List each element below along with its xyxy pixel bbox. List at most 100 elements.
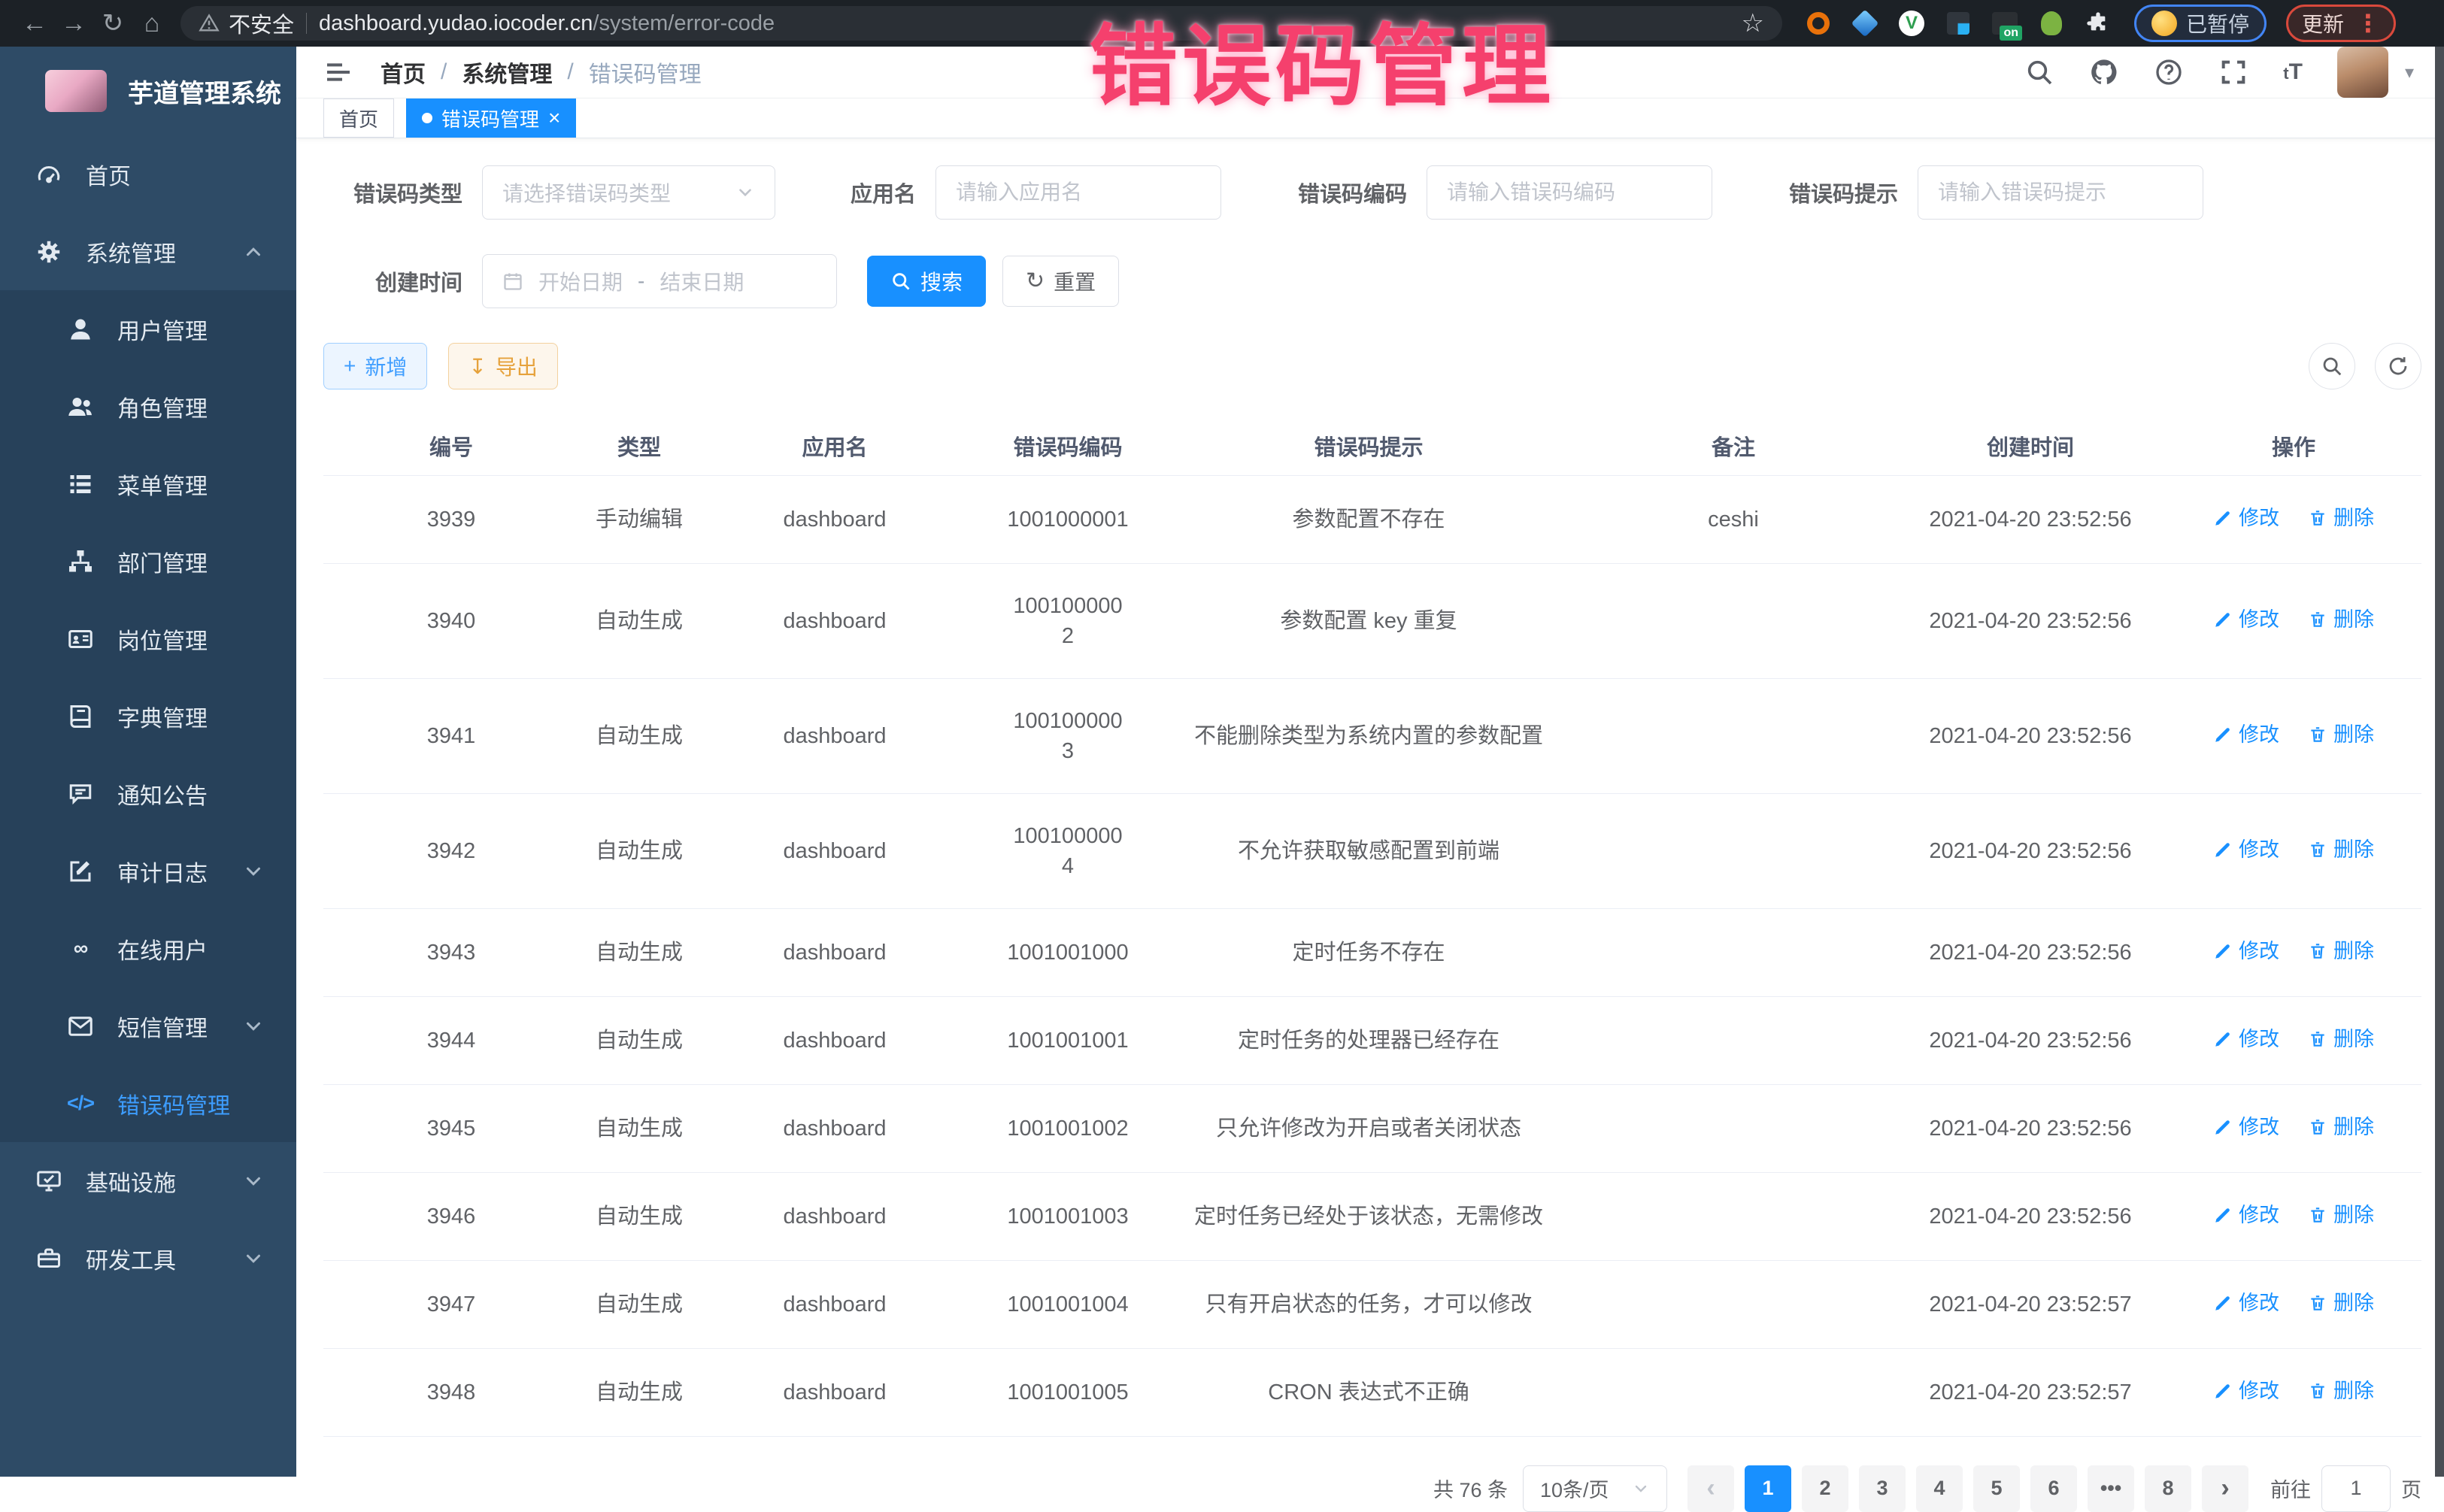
browser-home-icon[interactable]: ⌂ — [132, 9, 171, 38]
browser-menu-dots-icon[interactable]: ⋮ — [2356, 9, 2380, 38]
sidebar-item-dept-management[interactable]: 部门管理 — [0, 523, 296, 600]
next-page-button[interactable]: › — [2202, 1465, 2248, 1512]
search-button[interactable]: 搜索 — [867, 256, 986, 307]
cell-app: dashboard — [699, 996, 970, 1084]
extension-blue-gem-icon[interactable] — [1851, 10, 1878, 37]
browser-scrollbar[interactable] — [2435, 47, 2444, 1477]
header-search-icon[interactable] — [2024, 57, 2054, 87]
error-msg-input[interactable] — [1918, 165, 2203, 220]
edit-link[interactable]: 修改 — [2213, 1288, 2279, 1318]
edit-link[interactable]: 修改 — [2213, 604, 2279, 635]
delete-link[interactable]: 删除 — [2308, 1024, 2374, 1054]
browser-back-icon[interactable]: ← — [15, 9, 54, 38]
date-start-placeholder: 开始日期 — [538, 266, 623, 296]
delete-link[interactable]: 删除 — [2308, 1288, 2374, 1318]
sidebar-item-menu-management[interactable]: 菜单管理 — [0, 445, 296, 523]
edit-link[interactable]: 修改 — [2213, 936, 2279, 966]
browser-update-button[interactable]: 更新 ⋮ — [2286, 5, 2396, 42]
extension-person-icon[interactable] — [2038, 10, 2065, 37]
paused-label: 已暂停 — [2186, 8, 2249, 38]
app-name-input[interactable] — [935, 165, 1221, 220]
prev-page-button[interactable]: ‹ — [1687, 1465, 1734, 1512]
extension-switch-icon[interactable]: on — [1991, 10, 2018, 37]
page-button-3[interactable]: 3 — [1859, 1465, 1906, 1512]
avatar-caret-icon[interactable]: ▾ — [2405, 62, 2414, 83]
hamburger-icon[interactable] — [323, 57, 353, 87]
browser-forward-icon[interactable]: → — [54, 9, 93, 38]
browser-reload-icon[interactable]: ↻ — [93, 8, 132, 38]
extension-grid-icon[interactable] — [1945, 10, 1972, 37]
page-button-8[interactable]: 8 — [2145, 1465, 2191, 1512]
page-button-4[interactable]: 4 — [1916, 1465, 1963, 1512]
show-search-toggle-button[interactable] — [2309, 343, 2355, 389]
page-button-5[interactable]: 5 — [1973, 1465, 2020, 1512]
tag-home[interactable]: 首页 — [323, 98, 394, 138]
sidebar-item-user-management[interactable]: 用户管理 — [0, 290, 296, 368]
edit-link[interactable]: 修改 — [2213, 1200, 2279, 1230]
delete-link[interactable]: 删除 — [2308, 604, 2374, 635]
page-size-select[interactable]: 10条/页 — [1523, 1465, 1667, 1512]
delete-link[interactable]: 删除 — [2308, 1200, 2374, 1230]
edit-link[interactable]: 修改 — [2213, 1024, 2279, 1054]
edit-link[interactable]: 修改 — [2213, 720, 2279, 750]
sidebar-item-post-management[interactable]: 岗位管理 — [0, 600, 296, 677]
col-msg: 错误码提示 — [1166, 417, 1572, 475]
breadcrumb-system[interactable]: 系统管理 — [462, 56, 552, 89]
dashboard-gauge-icon — [35, 160, 63, 189]
tag-error-code[interactable]: 错误码管理 × — [406, 98, 576, 138]
cell-time: 2021-04-20 23:52:56 — [1895, 475, 2166, 563]
create-time-range-picker[interactable]: 开始日期 - 结束日期 — [482, 254, 837, 308]
sidebar-item-audit-log[interactable]: 审计日志 — [0, 832, 296, 910]
cell-actions: 修改 删除 — [2166, 1348, 2421, 1436]
delete-link[interactable]: 删除 — [2308, 936, 2374, 966]
delete-link[interactable]: 删除 — [2308, 835, 2374, 865]
breadcrumb-home[interactable]: 首页 — [381, 56, 426, 89]
sidebar-item-error-code-management[interactable]: </> 错误码管理 — [0, 1065, 296, 1142]
user-avatar[interactable] — [2337, 47, 2388, 98]
sidebar-item-dict-management[interactable]: 字典管理 — [0, 677, 296, 755]
profile-paused-badge[interactable]: 已暂停 — [2134, 5, 2267, 42]
cell-code: 1001001001 — [970, 996, 1166, 1084]
sidebar-item-notice[interactable]: 通知公告 — [0, 755, 296, 832]
sidebar-item-role-management[interactable]: 角色管理 — [0, 368, 296, 445]
edit-link[interactable]: 修改 — [2213, 503, 2279, 533]
delete-link[interactable]: 删除 — [2308, 720, 2374, 750]
delete-link[interactable]: 删除 — [2308, 1376, 2374, 1406]
page-ellipsis[interactable]: ••• — [2088, 1465, 2134, 1512]
tag-close-icon[interactable]: × — [548, 108, 560, 129]
sidebar-item-system-management[interactable]: 系统管理 — [0, 213, 296, 290]
error-code-input[interactable] — [1427, 165, 1712, 220]
edit-link[interactable]: 修改 — [2213, 835, 2279, 865]
help-question-icon[interactable] — [2154, 57, 2184, 87]
page-button-6[interactable]: 6 — [2030, 1465, 2077, 1512]
trash-icon — [2308, 1205, 2327, 1225]
goto-page-input[interactable] — [2321, 1465, 2391, 1512]
edit-link[interactable]: 修改 — [2213, 1376, 2279, 1406]
sidebar-item-online-users[interactable]: ∞ 在线用户 — [0, 910, 296, 987]
sidebar-item-label: 审计日志 — [117, 855, 208, 888]
font-size-icon[interactable]: tT — [2283, 59, 2303, 85]
cell-code: 100100000 2 — [970, 563, 1166, 678]
export-button[interactable]: ↧ 导出 — [448, 343, 557, 389]
extension-vue-devtools-icon[interactable]: V — [1898, 10, 1925, 37]
refresh-table-button[interactable] — [2375, 343, 2421, 389]
bookmark-star-icon[interactable]: ☆ — [1742, 8, 1764, 38]
delete-link[interactable]: 删除 — [2308, 503, 2374, 533]
sidebar-item-home[interactable]: 首页 — [0, 135, 296, 213]
page-button-1[interactable]: 1 — [1745, 1465, 1791, 1512]
sidebar-item-dev-tools[interactable]: 研发工具 — [0, 1220, 296, 1297]
extensions-puzzle-icon[interactable] — [2085, 10, 2112, 37]
reset-button[interactable]: ↻ 重置 — [1002, 256, 1119, 307]
sidebar-item-infrastructure[interactable]: 基础设施 — [0, 1142, 296, 1220]
delete-link[interactable]: 删除 — [2308, 1112, 2374, 1142]
page-button-2[interactable]: 2 — [1802, 1465, 1848, 1512]
error-type-select[interactable]: 请选择错误码类型 — [482, 165, 775, 220]
app-logo[interactable]: 芋道管理系统 — [0, 47, 296, 135]
sidebar-item-sms-management[interactable]: 短信管理 — [0, 987, 296, 1065]
extension-orange-ring-icon[interactable] — [1805, 10, 1832, 37]
trash-icon — [2308, 1117, 2327, 1137]
add-button[interactable]: + 新增 — [323, 343, 427, 389]
fullscreen-icon[interactable] — [2218, 57, 2248, 87]
edit-link[interactable]: 修改 — [2213, 1112, 2279, 1142]
github-icon[interactable] — [2089, 57, 2119, 87]
